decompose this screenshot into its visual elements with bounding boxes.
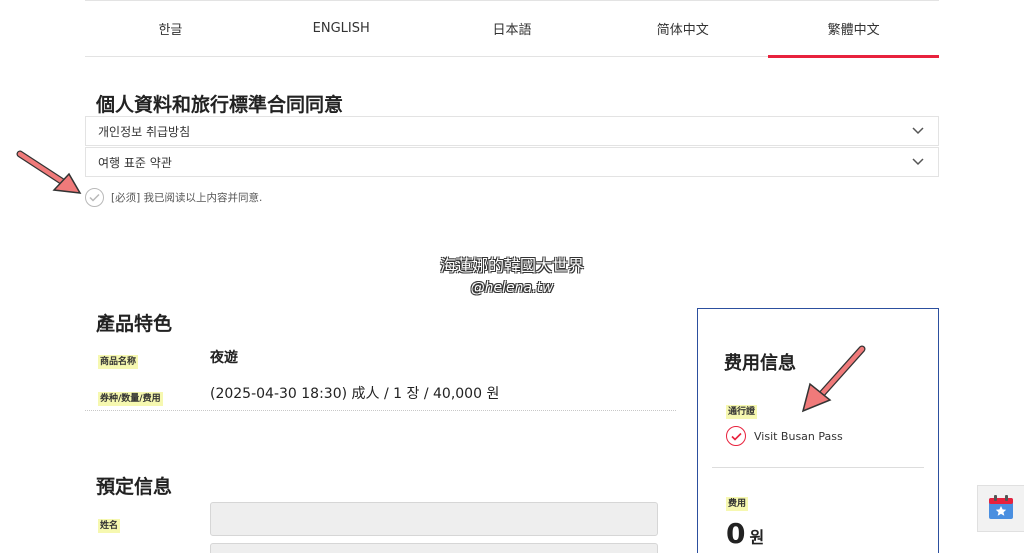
ticket-value: (2025-04-30 18:30) 成人 / 1 장 / 40,000 원 [210, 386, 500, 402]
check-circle-icon [726, 426, 746, 446]
tab-english[interactable]: ENGLISH [256, 1, 427, 56]
accordion-label-travel-terms: 여행 표준 약관 [98, 155, 172, 170]
booking-title: 預定信息 [96, 476, 173, 498]
name-tag: 姓名 [98, 519, 121, 533]
product-name-value: 夜遊 [210, 350, 238, 366]
check-circle-icon [85, 188, 104, 207]
fee-amount-number: 0 [726, 517, 746, 550]
ticket-label: 券种/数量/费用 [98, 386, 163, 406]
language-tabs: 한글 ENGLISH 日本語 简体中文 繁體中文 [85, 0, 939, 58]
watermark: 海蓮娜的韓國大世界 @helena.tw [400, 255, 624, 299]
product-name-label: 商品名称 [98, 349, 139, 369]
watermark-line1: 海蓮娜的韓國大世界 [439, 256, 584, 275]
calendar-star-icon [988, 494, 1014, 524]
calendar-button[interactable] [977, 485, 1024, 532]
chevron-down-icon [910, 154, 926, 170]
second-input[interactable] [210, 543, 658, 553]
accordion-label-privacy: 개인정보 취급방침 [98, 124, 191, 139]
product-name-tag: 商品名称 [98, 355, 139, 369]
tab-traditional-chinese[interactable]: 繁體中文 [768, 1, 939, 58]
agree-text: [必须] 我已阅读以上内容并同意. [111, 192, 263, 204]
watermark-line2: @helena.tw [470, 280, 554, 296]
agree-checkbox[interactable]: [必须] 我已阅读以上内容并同意. [85, 188, 262, 207]
price-divider [712, 467, 924, 468]
name-input[interactable] [210, 502, 658, 536]
arrow-annotation-icon [16, 150, 82, 194]
fee-currency: 원 [749, 528, 765, 547]
tab-simplified-chinese[interactable]: 简体中文 [597, 1, 768, 56]
terms-title: 個人資料和旅行標準合同同意 [96, 94, 344, 116]
fee-label: 费用 [726, 491, 749, 511]
pass-name: Visit Busan Pass [754, 429, 843, 443]
tab-korean[interactable]: 한글 [85, 1, 256, 56]
ticket-tag: 券种/数量/费用 [98, 392, 163, 406]
fee-tag: 费用 [726, 497, 749, 511]
name-label: 姓名 [98, 513, 121, 533]
travel-terms-accordion[interactable]: 여행 표준 약관 [85, 147, 939, 177]
price-title: 费用信息 [724, 353, 796, 374]
privacy-policy-accordion[interactable]: 개인정보 취급방침 [85, 116, 939, 146]
pass-label: 通行證 [726, 399, 758, 419]
product-divider [85, 410, 676, 411]
chevron-down-icon [910, 123, 926, 139]
tab-japanese[interactable]: 日本語 [427, 1, 598, 56]
pass-tag: 通行證 [726, 405, 758, 419]
fee-amount: 0 원 [726, 517, 764, 550]
product-title: 產品特色 [96, 313, 173, 335]
arrow-annotation-icon [801, 345, 866, 413]
pass-option[interactable]: Visit Busan Pass [726, 426, 843, 446]
